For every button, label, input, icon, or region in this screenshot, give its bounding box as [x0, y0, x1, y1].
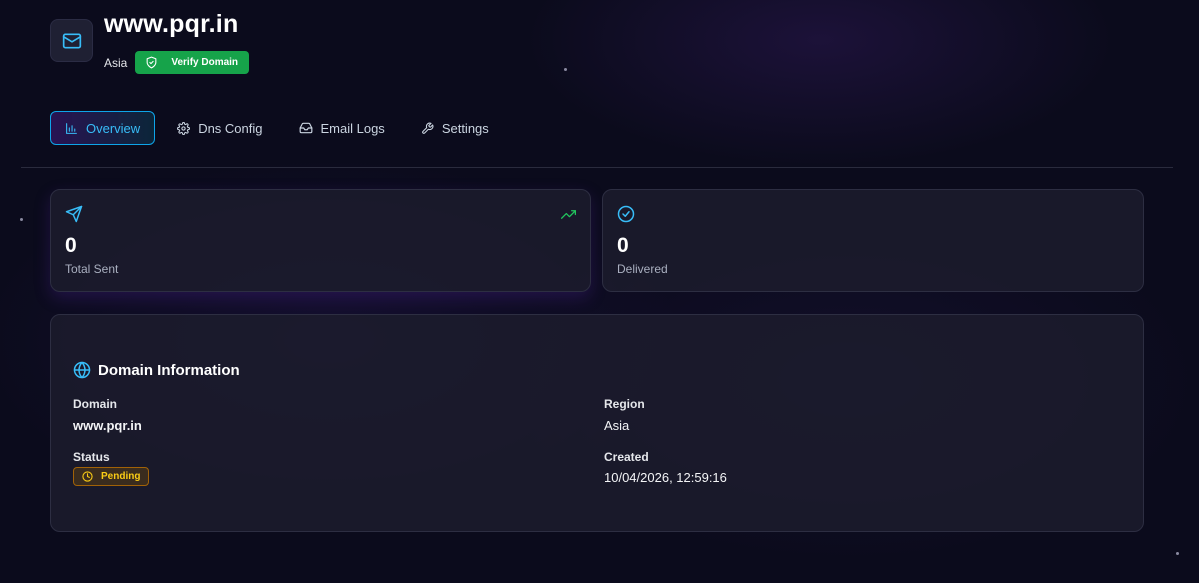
- stat-card-total-sent: 0 Total Sent: [50, 189, 591, 292]
- verify-domain-label: Verify Domain: [171, 57, 239, 68]
- domain-label: Domain: [73, 397, 118, 411]
- tab-label: Dns Config: [198, 120, 263, 136]
- tab-dns-config[interactable]: Dns Config: [163, 111, 276, 145]
- created-label: Created: [604, 450, 649, 464]
- send-icon: [65, 205, 83, 228]
- section-title: Domain Information: [98, 361, 240, 379]
- region-label: Asia: [104, 55, 128, 70]
- globe-icon: [73, 361, 91, 379]
- tab-overview[interactable]: Overview: [50, 111, 156, 145]
- mail-icon: [50, 19, 93, 62]
- tab-settings[interactable]: Settings: [407, 111, 503, 145]
- tab-bar: Overview Dns Config Email Logs Settings: [50, 111, 511, 145]
- inbox-icon: [299, 122, 312, 134]
- page-title: www.pqr.in: [104, 10, 239, 38]
- divider: [21, 167, 1173, 168]
- region-value: Asia: [604, 418, 630, 433]
- domain-info-card: Domain Information Domain www.pqr.in Reg…: [50, 314, 1144, 532]
- stat-label: Total Sent: [65, 262, 119, 276]
- status-label: Status: [73, 450, 110, 464]
- tab-label: Settings: [441, 120, 489, 136]
- bar-chart-icon: [66, 122, 77, 134]
- tab-label: Email Logs: [320, 120, 385, 136]
- region-label: Region: [604, 397, 645, 411]
- status-badge: Pending: [73, 467, 150, 486]
- created-value: 10/04/2026, 12:59:16: [604, 470, 727, 485]
- stat-label: Delivered: [617, 262, 668, 276]
- clock-icon: [82, 471, 93, 482]
- stat-value: 0: [65, 234, 77, 257]
- verify-domain-button[interactable]: Verify Domain: [135, 51, 250, 74]
- trending-up-icon: [561, 207, 576, 227]
- tab-email-logs[interactable]: Email Logs: [285, 111, 399, 145]
- tab-label: Overview: [86, 120, 141, 136]
- status-badge-label: Pending: [101, 471, 141, 482]
- wrench-icon: [421, 122, 434, 134]
- check-circle-icon: [617, 205, 635, 228]
- gear-icon: [177, 121, 191, 135]
- stat-card-delivered: 0 Delivered: [602, 189, 1144, 292]
- decor-dot: [564, 68, 567, 71]
- domain-value: www.pqr.in: [73, 418, 142, 433]
- decor-dot: [1176, 552, 1179, 555]
- shield-check-icon: [146, 56, 157, 69]
- decor-dot: [20, 218, 23, 221]
- domain-header: www.pqr.in Asia Verify Domain: [50, 10, 250, 74]
- stat-value: 0: [617, 234, 629, 257]
